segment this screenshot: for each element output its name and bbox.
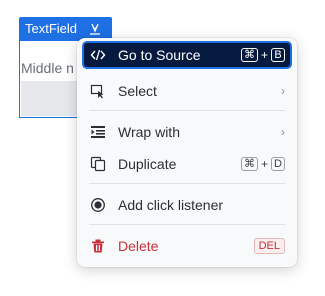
menu-item-wrap-with[interactable]: Wrap with › [83,119,291,145]
trash-icon [90,238,106,254]
menu-divider [89,224,285,225]
menu-item-select[interactable]: Select › [83,78,291,104]
menu-divider [89,183,285,184]
field-label: Middle n [21,60,74,76]
menu-item-duplicate[interactable]: Duplicate ⌘ + D [83,151,291,177]
plus: + [260,48,268,62]
menu-item-label: Go to Source [118,47,201,63]
shortcut-go-to-source: ⌘ + B [240,48,285,62]
select-cursor-icon [90,83,106,99]
component-name: TextField [25,21,78,36]
cmd-key: ⌘ [240,48,258,62]
chevron-right-icon: › [281,125,285,139]
menu-item-add-click-listener[interactable]: Add click listener [83,192,291,218]
b-key: B [271,48,285,62]
target-icon [90,197,106,213]
menu-item-delete[interactable]: Delete DEL [83,233,291,259]
text-field-icon[interactable] [88,22,102,36]
wrap-icon [90,124,106,140]
cmd-key: ⌘ [240,157,258,171]
chevron-right-icon: › [281,84,285,98]
menu-item-label: Delete [118,238,159,254]
canvas: TextField Middle n Go to Source ⌘ + B Se… [0,0,325,296]
menu-item-label: Select [118,83,157,99]
shortcut-duplicate: ⌘ + D [240,157,285,171]
duplicate-icon [90,156,106,172]
delete-shortcut: DEL [253,238,285,254]
component-tag[interactable]: TextField [19,17,112,40]
menu-item-go-to-source[interactable]: Go to Source ⌘ + B [82,41,292,69]
plus: + [260,157,268,171]
menu-divider [89,110,285,111]
code-icon [90,47,106,63]
menu-item-label: Add click listener [118,197,224,213]
context-menu: Go to Source ⌘ + B Select › Wrap with › … [77,38,297,267]
d-key: D [271,157,285,171]
menu-item-label: Duplicate [118,156,177,172]
menu-item-label: Wrap with [118,124,180,140]
